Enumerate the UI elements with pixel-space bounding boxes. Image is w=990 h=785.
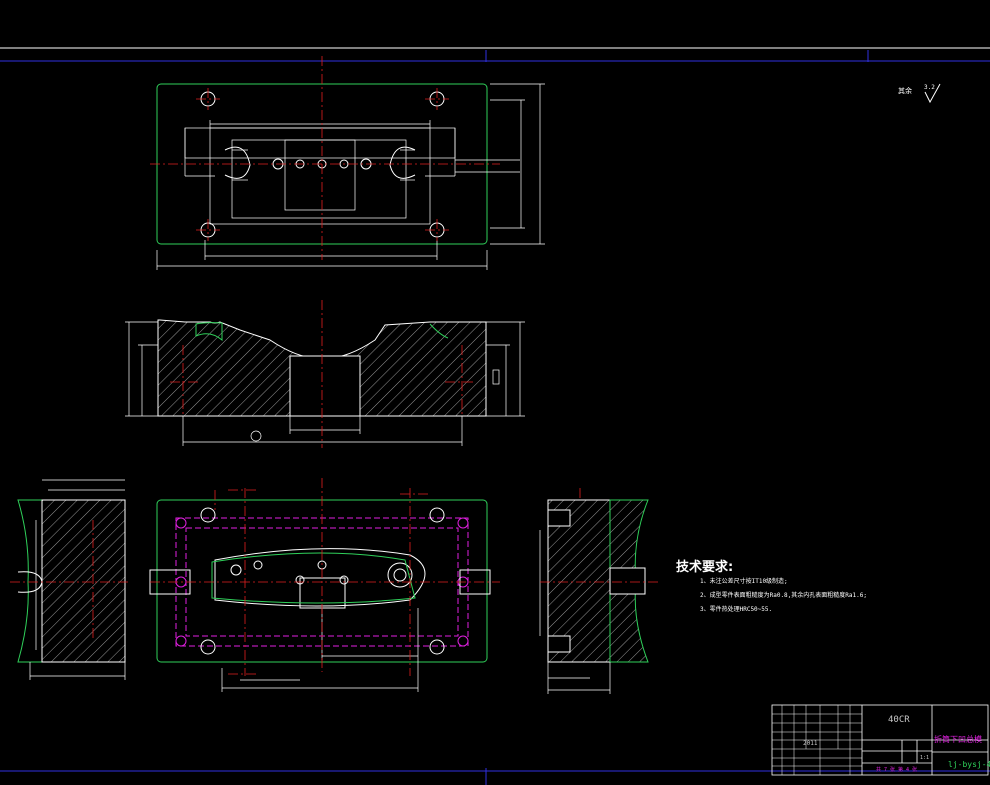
title-block-part-name: 折筒下凹总模 [934, 735, 982, 744]
title-block-date: 2011 [803, 740, 818, 747]
drawing-frame [0, 47, 990, 785]
title-block-drawing-number: lj-bysj-4 [948, 760, 990, 769]
left-side-view [10, 479, 130, 680]
tech-req-item: 2、成型零件表面粗糙度为Ra0.8,其余内孔表面粗糙度Ra1.6; [700, 592, 867, 599]
tech-req-item: 1、未注公差尺寸按IT10级制造; [700, 578, 788, 585]
top-view [150, 56, 545, 270]
front-section-view [125, 300, 525, 448]
roughness-note: 其余 [898, 87, 912, 95]
title-block-sheet-info: 共 7 张 第 4 张 [876, 767, 918, 773]
right-side-view [539, 488, 660, 694]
roughness-value: 3.2 [924, 84, 935, 91]
tech-req-item: 3、零件热处理HRC50~55. [700, 606, 773, 613]
cad-drawing-canvas [0, 47, 990, 785]
title-block-scale: 1:1 [920, 755, 930, 761]
bottom-plan-view [149, 478, 500, 692]
title-block-material: 40CR [888, 715, 910, 725]
tech-req-title: 技术要求: [676, 560, 734, 575]
technical-requirements: 技术要求: 1、未注公差尺寸按IT10级制造; 2、成型零件表面粗糙度为Ra0.… [676, 556, 867, 617]
